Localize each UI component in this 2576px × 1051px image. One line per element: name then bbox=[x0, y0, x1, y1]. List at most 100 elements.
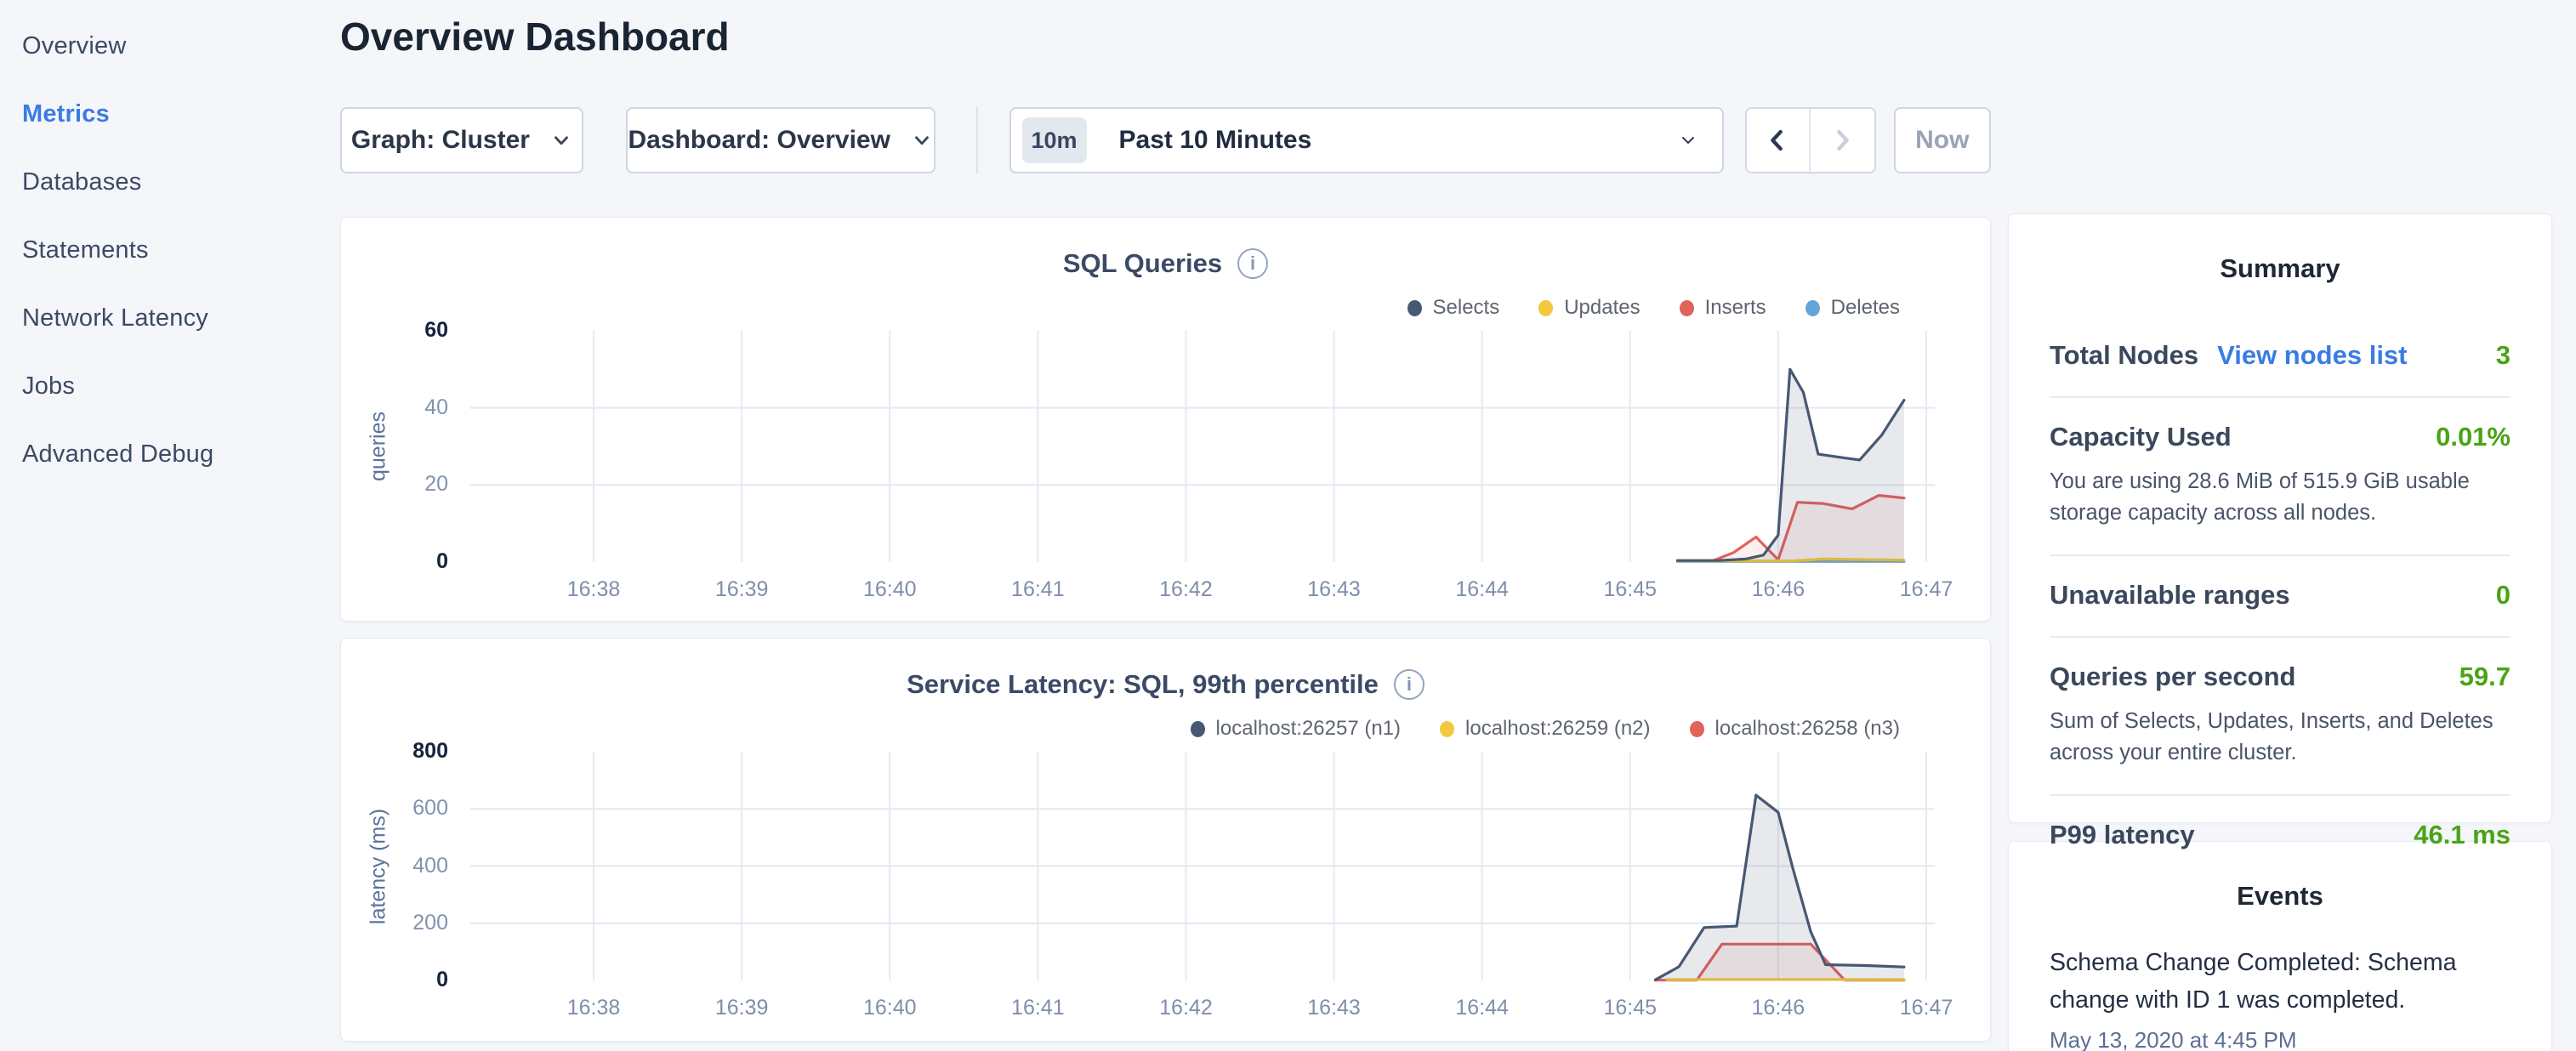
chart-title-row: SQL Queries i bbox=[341, 248, 1990, 279]
x-tick-label: 16:43 bbox=[1283, 577, 1385, 602]
chart-legend: Selects Updates Inserts Deletes bbox=[1407, 296, 1901, 320]
legend-label: Deletes bbox=[1831, 296, 1900, 320]
sidebar-item-advanced-debug[interactable]: Advanced Debug bbox=[22, 420, 340, 488]
now-button[interactable]: Now bbox=[1894, 107, 1991, 173]
info-icon[interactable]: i bbox=[1237, 248, 1268, 279]
summary-row-value: 3 bbox=[2496, 340, 2511, 371]
sidebar-item-network-latency[interactable]: Network Latency bbox=[22, 284, 340, 352]
y-tick-label: 400 bbox=[341, 854, 448, 878]
summary-rows: Total Nodes View nodes list 3 Capacity Used… bbox=[2050, 316, 2511, 876]
legend-label: Inserts bbox=[1705, 296, 1766, 320]
summary-title: Summary bbox=[2050, 214, 2511, 284]
toolbar: Graph: Cluster Dashboard: Overview 10m P… bbox=[340, 107, 1991, 173]
chevron-down-icon bbox=[550, 129, 572, 151]
summary-row-label: Queries per second bbox=[2050, 662, 2295, 692]
y-tick-label: 600 bbox=[341, 796, 448, 821]
graph-dropdown[interactable]: Graph: Cluster bbox=[340, 107, 583, 173]
summary-row-capacity-used: Capacity Used0.01%You are using 28.6 MiB… bbox=[2050, 396, 2511, 554]
x-tick-label: 16:46 bbox=[1727, 577, 1829, 602]
x-tick-label: 16:40 bbox=[839, 577, 941, 602]
summary-row-main: Queries per second 59.7 bbox=[2050, 662, 2511, 692]
x-tick-label: 16:47 bbox=[1875, 996, 1977, 1020]
time-range-label: Past 10 Minutes bbox=[1119, 126, 1312, 155]
event-timestamp: May 13, 2020 at 4:45 PM bbox=[2050, 1027, 2511, 1051]
summary-row-value: 0 bbox=[2496, 580, 2511, 611]
legend-updates: Updates bbox=[1538, 296, 1640, 320]
y-tick-label: 40 bbox=[341, 395, 448, 420]
summary-row-value: 0.01% bbox=[2436, 422, 2511, 452]
sidebar-item-jobs[interactable]: Jobs bbox=[22, 352, 340, 420]
x-tick-label: 16:44 bbox=[1431, 996, 1533, 1020]
summary-row-label: Capacity Used bbox=[2050, 422, 2232, 452]
y-tick-label: 0 bbox=[341, 968, 448, 992]
chevron-down-icon bbox=[1678, 130, 1698, 151]
sql-queries-title: SQL Queries bbox=[1063, 248, 1222, 279]
chevron-down-icon bbox=[911, 129, 933, 151]
y-tick-label: 800 bbox=[341, 739, 448, 764]
service-latency-sql-99th-percentile-plot[interactable] bbox=[477, 752, 1940, 984]
legend-dot-icon bbox=[1191, 721, 1205, 737]
legend-dot-icon bbox=[1407, 300, 1422, 316]
summary-row-label: Total Nodes bbox=[2050, 340, 2198, 371]
x-tick-label: 16:42 bbox=[1134, 577, 1237, 602]
summary-row-queries-per-second: Queries per second 59.7 Sum of Selects, Up… bbox=[2050, 636, 2511, 794]
summary-row-label: Unavailable ranges bbox=[2050, 580, 2290, 611]
legend-dot-icon bbox=[1440, 721, 1454, 737]
sidebar-nav: OverviewMetricsDatabasesStatementsNetwor… bbox=[22, 12, 340, 488]
x-tick-label: 16:42 bbox=[1134, 996, 1237, 1020]
y-axis-title: queries bbox=[367, 412, 391, 481]
service-latency-sql-99th-percentile-title: Service Latency: SQL, 99th percentile bbox=[907, 669, 1379, 700]
time-range-selector[interactable]: 10m Past 10 Minutes bbox=[1009, 107, 1724, 173]
events-panel: Events Schema Change Completed: Schema c… bbox=[2008, 841, 2552, 1051]
event-item: Schema Change Completed: Schema change w… bbox=[2050, 944, 2511, 1051]
sidebar-item-statements[interactable]: Statements bbox=[22, 216, 340, 284]
service-latency-sql-99th-percentile-card: Service Latency: SQL, 99th percentile i lo… bbox=[340, 638, 1991, 1042]
summary-row-value: 59.7 bbox=[2459, 662, 2511, 692]
legend-localhost-26259-n2: localhost:26259 (n2) bbox=[1440, 717, 1650, 741]
legend-selects: Selects bbox=[1407, 296, 1500, 320]
time-back-button[interactable] bbox=[1747, 109, 1811, 172]
legend-label: localhost:26257 (n1) bbox=[1216, 717, 1401, 741]
sql-queries-card: SQL Queries i Selects Updates Inserts Deletes… bbox=[340, 217, 1991, 622]
time-nav-group bbox=[1745, 107, 1876, 173]
sidebar-item-metrics[interactable]: Metrics bbox=[22, 80, 340, 148]
event-text: Schema Change Completed: Schema change w… bbox=[2050, 944, 2466, 1019]
legend-inserts: Inserts bbox=[1680, 296, 1766, 320]
time-forward-button[interactable] bbox=[1811, 109, 1874, 172]
legend-localhost-26258-n3: localhost:26258 (n3) bbox=[1690, 717, 1900, 741]
x-tick-label: 16:39 bbox=[691, 577, 793, 602]
summary-row-value: 46.1 ms bbox=[2414, 820, 2511, 850]
summary-row-main: Total Nodes View nodes list 3 bbox=[2050, 340, 2511, 371]
charts-area: SQL Queries i Selects Updates Inserts Deletes… bbox=[340, 217, 1991, 1042]
view-nodes-list-link[interactable]: View nodes list bbox=[2217, 340, 2407, 371]
summary-row-unavailable-ranges: Unavailable ranges 0 bbox=[2050, 554, 2511, 636]
x-tick-label: 16:41 bbox=[987, 996, 1089, 1020]
legend-label: localhost:26259 (n2) bbox=[1465, 717, 1650, 741]
summary-row-label: P99 latency bbox=[2050, 820, 2195, 850]
sidebar-item-databases[interactable]: Databases bbox=[22, 148, 340, 216]
legend-label: Selects bbox=[1433, 296, 1500, 320]
dashboard-dropdown[interactable]: Dashboard: Overview bbox=[626, 107, 935, 173]
summary-row-description: Sum of Selects, Updates, Inserts, and De… bbox=[2050, 706, 2511, 769]
legend-dot-icon bbox=[1680, 300, 1694, 316]
events-list: Schema Change Completed: Schema change w… bbox=[2050, 944, 2511, 1051]
page-title: Overview Dashboard bbox=[340, 14, 1991, 66]
chevron-left-icon bbox=[1765, 128, 1790, 153]
summary-row-main: Unavailable ranges 0 bbox=[2050, 580, 2511, 611]
summary-panel: Summary Total Nodes View nodes list 3 Capac… bbox=[2008, 213, 2552, 823]
time-range-badge: 10m bbox=[1022, 117, 1087, 163]
chart-legend: localhost:26257 (n1) localhost:26259 (n2)… bbox=[1191, 717, 1900, 741]
x-tick-label: 16:38 bbox=[543, 577, 645, 602]
sidebar-item-overview[interactable]: Overview bbox=[22, 12, 340, 80]
legend-dot-icon bbox=[1805, 300, 1820, 316]
events-title: Events bbox=[2050, 842, 2511, 912]
x-tick-label: 16:41 bbox=[987, 577, 1089, 602]
x-tick-label: 16:38 bbox=[543, 996, 645, 1020]
sql-queries-plot[interactable] bbox=[477, 331, 1940, 565]
x-tick-label: 16:46 bbox=[1727, 996, 1829, 1020]
summary-row-main: Capacity Used 0.01% bbox=[2050, 422, 2511, 452]
x-tick-label: 16:45 bbox=[1579, 996, 1681, 1020]
legend-label: localhost:26258 (n3) bbox=[1715, 717, 1900, 741]
x-tick-label: 16:45 bbox=[1579, 577, 1681, 602]
info-icon[interactable]: i bbox=[1394, 669, 1424, 700]
